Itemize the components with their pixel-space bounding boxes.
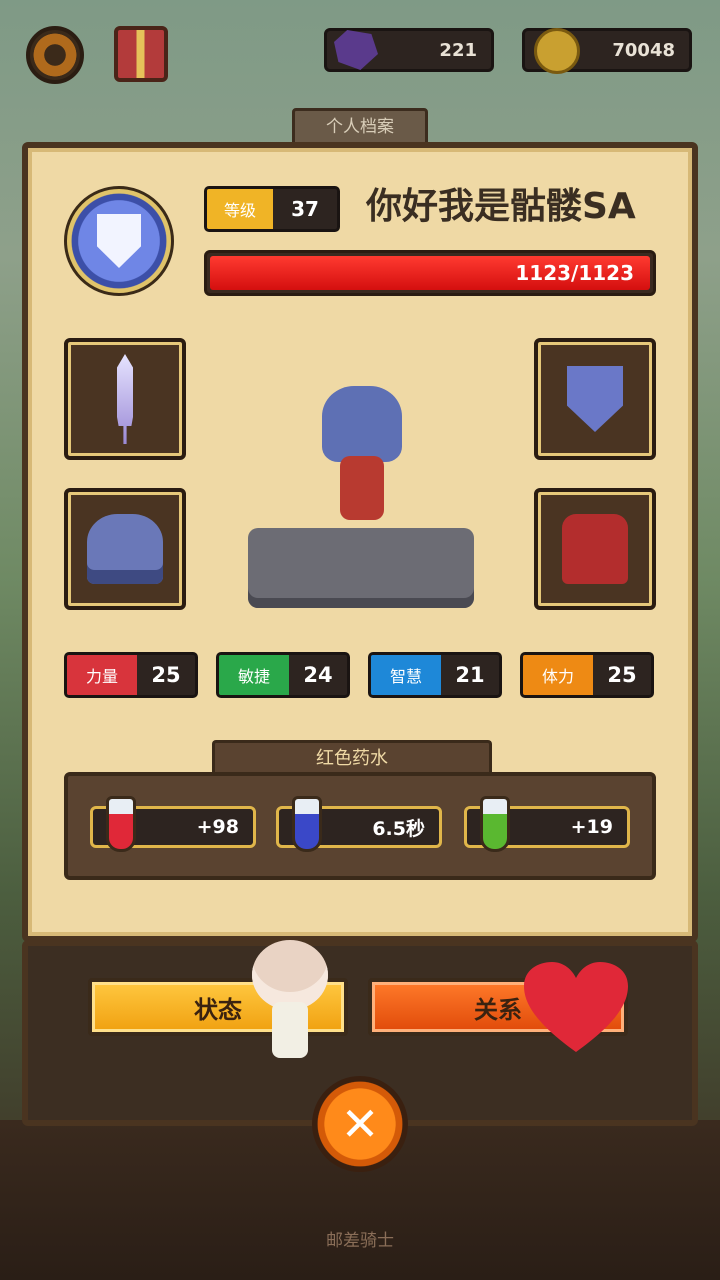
stone-pedestal — [248, 528, 474, 608]
stat-stamina: 体力 25 — [520, 652, 654, 698]
close-icon: ✕ — [340, 1097, 380, 1151]
hourglass-icon — [292, 796, 322, 852]
guild-emblem-avatar[interactable] — [64, 186, 174, 296]
companion-character — [252, 940, 328, 1060]
heart-plus-icon — [106, 796, 136, 852]
helmet-icon — [87, 514, 163, 584]
stat-value: 25 — [151, 663, 181, 687]
player-name: 你好我是骷髅SA — [366, 186, 636, 227]
shield-slot[interactable] — [534, 338, 656, 460]
level-value: 37 — [291, 197, 319, 221]
companion-body — [272, 1002, 308, 1058]
effect-value: +19 — [570, 816, 613, 838]
hp-text: 1123/1123 — [515, 261, 634, 285]
effect-value: +98 — [196, 816, 239, 838]
weapon-slot[interactable] — [64, 338, 186, 460]
stat-agility: 敏捷 24 — [216, 652, 350, 698]
hp-bar: 1123/1123 — [204, 250, 656, 296]
companion-head — [252, 940, 328, 1010]
stat-label: 体力 — [523, 655, 593, 695]
coin-count: 70048 — [612, 39, 675, 61]
potion-title: 红色药水 — [212, 740, 492, 776]
gem-count: 221 — [439, 39, 477, 61]
shield-up-icon — [480, 796, 510, 852]
stat-label: 智慧 — [371, 655, 441, 695]
stat-value: 21 — [455, 663, 485, 687]
coin-icon — [534, 28, 580, 74]
footer-label: 邮差骑士 — [326, 1231, 394, 1251]
hero-body — [340, 456, 384, 520]
hp-bar-fill: 1123/1123 — [210, 256, 650, 290]
close-button[interactable]: ✕ — [312, 1076, 408, 1172]
effect-value: 6.5秒 — [372, 817, 425, 840]
hero-character — [318, 376, 406, 526]
stat-label: 敏捷 — [219, 655, 289, 695]
stat-value: 24 — [303, 663, 333, 687]
stat-label: 力量 — [67, 655, 137, 695]
gift-icon[interactable] — [114, 26, 168, 82]
level-label: 等级 — [207, 189, 273, 229]
emblem-shield-icon — [97, 214, 141, 268]
level-badge: 等级 37 — [204, 186, 340, 232]
helmet-slot[interactable] — [64, 488, 186, 610]
armor-slot[interactable] — [534, 488, 656, 610]
profile-tab: 个人档案 — [292, 108, 428, 146]
armor-icon — [562, 514, 628, 584]
hero-helmet — [322, 386, 402, 462]
stat-wisdom: 智慧 21 — [368, 652, 502, 698]
sword-icon — [117, 354, 133, 444]
stat-value: 25 — [607, 663, 637, 687]
settings-gear-icon[interactable] — [26, 26, 84, 84]
stat-strength: 力量 25 — [64, 652, 198, 698]
shield-icon — [567, 366, 623, 432]
